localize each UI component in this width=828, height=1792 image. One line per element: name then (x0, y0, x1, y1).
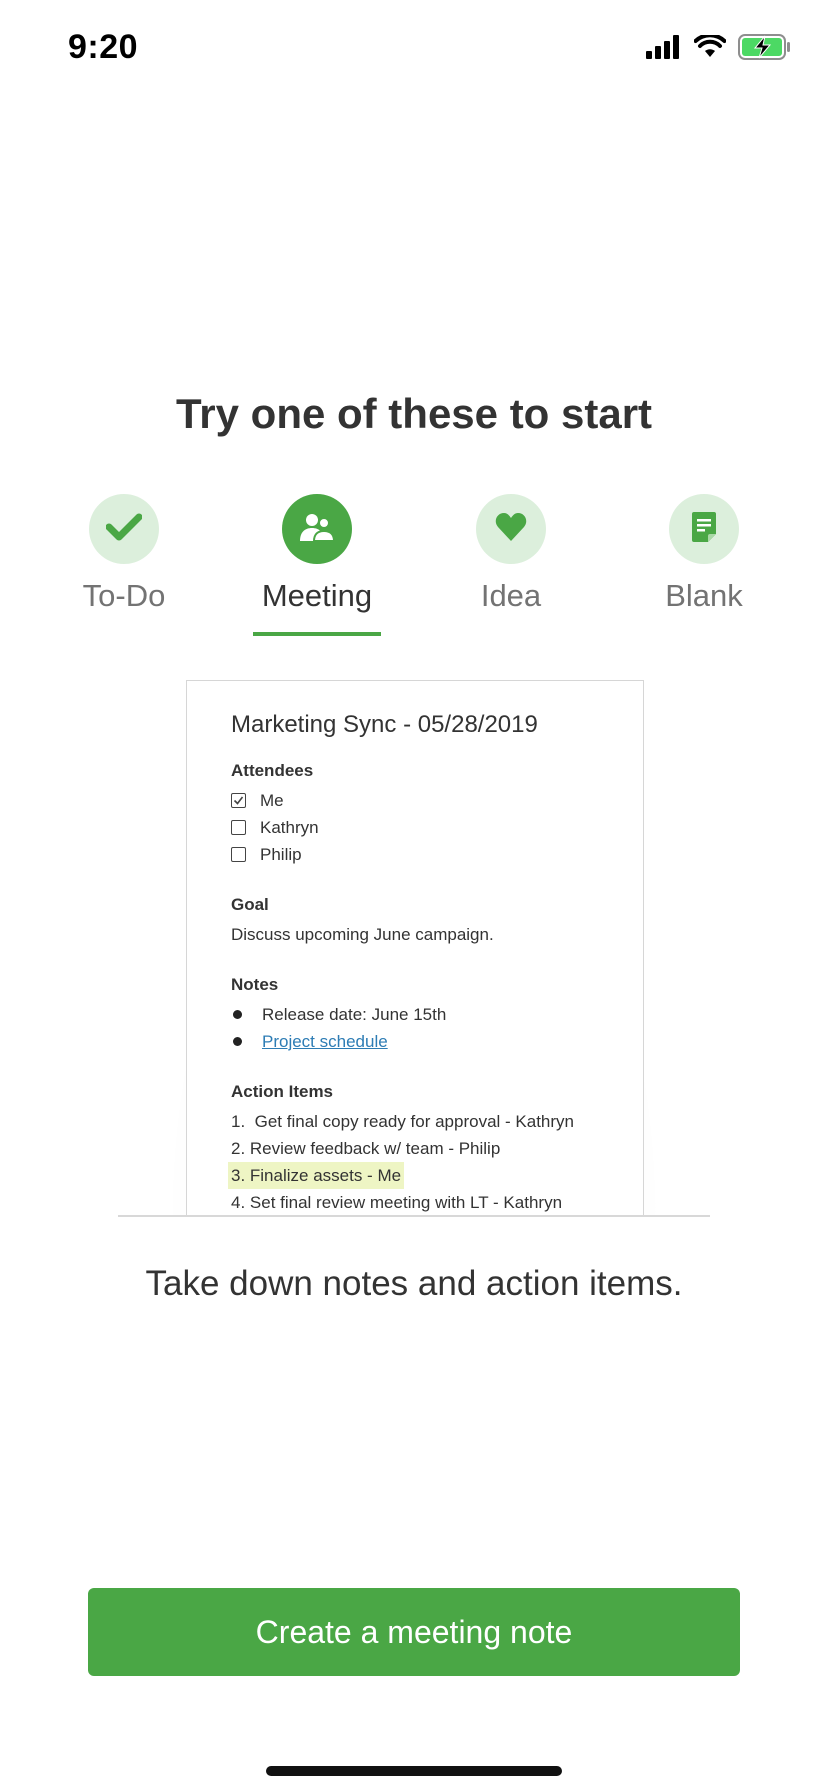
attendees-heading: Attendees (231, 761, 314, 780)
action-item: 3. Finalize assets - Me (228, 1162, 599, 1189)
note-title: Marketing Sync - 05/28/2019 (231, 711, 538, 738)
goal-heading: Goal (231, 895, 269, 914)
heart-icon (495, 512, 527, 547)
meeting-circle (282, 494, 352, 564)
note-text: Release date: June 15th (262, 1005, 447, 1024)
project-schedule-link: Project schedule (262, 1032, 388, 1051)
bullet-icon (233, 1010, 242, 1019)
action-item: 4. Set final review meeting with LT - Ka… (231, 1189, 599, 1216)
action-text: 2. Review feedback w/ team - Philip (231, 1139, 501, 1158)
tab-blank[interactable]: Blank (624, 494, 784, 640)
note-bullet-item: Release date: June 15th (231, 1001, 599, 1028)
action-text: 4. Set final review meeting with LT - Ka… (231, 1193, 563, 1212)
attendee-item: Kathryn (231, 814, 599, 841)
bullet-icon (233, 1037, 242, 1046)
note-preview-card: Marketing Sync - 05/28/2019 Attendees Me… (186, 680, 644, 1216)
status-time: 9:20 (68, 28, 139, 66)
active-tab-indicator (253, 632, 381, 636)
tab-label: Meeting (261, 578, 373, 613)
action-items-heading: Action Items (231, 1082, 334, 1101)
checkbox-checked-icon (231, 793, 246, 808)
attendee-name: Philip (260, 845, 302, 864)
goal-text: Discuss upcoming June campaign. (231, 925, 494, 944)
document-icon (691, 511, 717, 548)
status-icons (646, 33, 792, 65)
tab-label: Idea (480, 578, 542, 613)
tab-todo[interactable]: To-Do (44, 494, 204, 640)
idea-circle (476, 494, 546, 564)
people-icon (298, 512, 336, 547)
preview-divider (118, 1215, 710, 1217)
action-text-highlighted: 3. Finalize assets - Me (228, 1162, 405, 1189)
attendee-name: Kathryn (260, 818, 319, 837)
blank-circle (669, 494, 739, 564)
checkbox-icon (231, 847, 246, 862)
tab-label: To-Do (82, 578, 166, 613)
note-bullet-item: Project schedule (231, 1028, 599, 1055)
template-description: Take down notes and action items. (145, 1264, 683, 1303)
checkbox-icon (231, 820, 246, 835)
signal-icon (646, 35, 682, 64)
action-item: 1. Get final copy ready for approval - K… (231, 1108, 599, 1135)
template-preview: Marketing Sync - 05/28/2019 Attendees Me… (118, 660, 710, 1216)
template-tabs: To-Do Meeting Idea Blank (0, 494, 828, 640)
status-bar: 9:20 (0, 0, 828, 100)
attendee-name: Me (260, 791, 284, 810)
tab-idea[interactable]: Idea (431, 494, 591, 640)
create-meeting-note-button[interactable]: Create a meeting note (88, 1588, 740, 1676)
wifi-icon (693, 33, 727, 64)
notes-heading: Notes (231, 975, 279, 994)
tab-meeting[interactable]: Meeting (237, 494, 397, 640)
home-indicator[interactable] (266, 1766, 562, 1776)
battery-charging-icon (738, 34, 792, 65)
page-title: Try one of these to start (175, 390, 653, 437)
action-item: 2. Review feedback w/ team - Philip (231, 1135, 599, 1162)
todo-circle (89, 494, 159, 564)
checkmark-icon (105, 513, 143, 546)
tab-label: Blank (665, 578, 743, 613)
attendee-item: Philip (231, 841, 599, 868)
action-text: 1. Get final copy ready for approval - K… (231, 1112, 575, 1131)
attendee-item: Me (231, 787, 599, 814)
